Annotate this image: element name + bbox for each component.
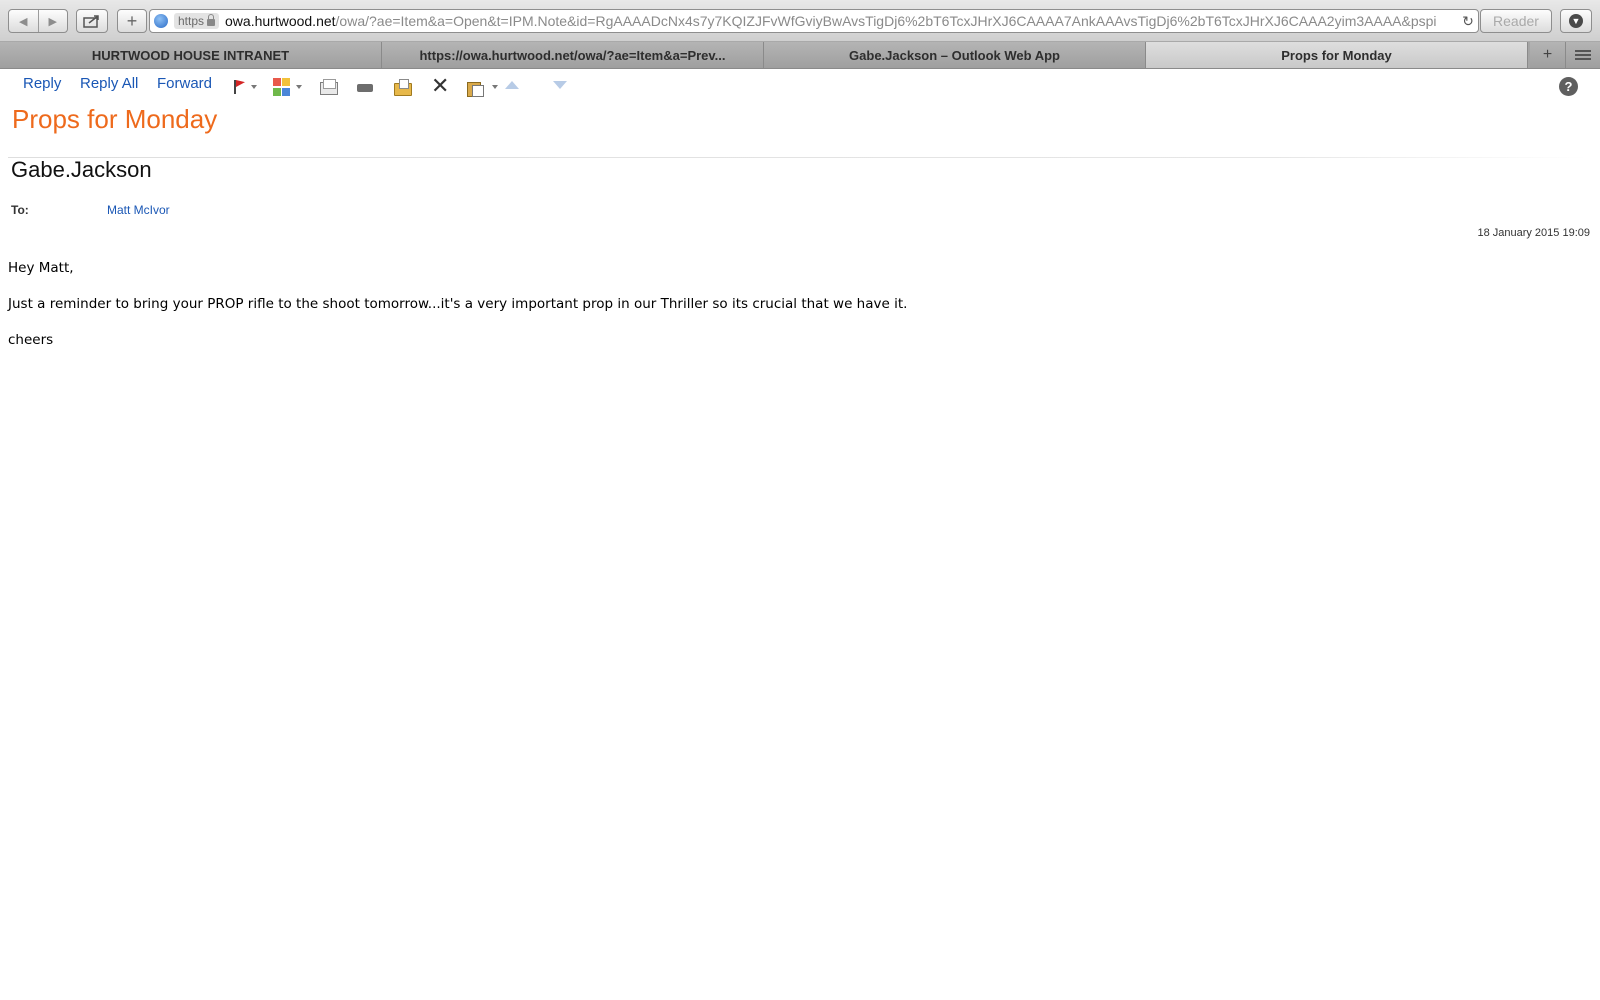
next-item-icon[interactable] — [553, 81, 567, 89]
tab-owa-preview[interactable]: https://owa.hurtwood.net/owa/?ae=Item&a=… — [382, 42, 764, 68]
add-tab-icon[interactable]: + — [1530, 42, 1566, 68]
address-bar[interactable]: https owa.hurtwood.net/owa/?ae=Item&a=Op… — [149, 9, 1479, 33]
tab-props-for-monday[interactable]: Props for Monday — [1146, 42, 1528, 68]
reload-icon[interactable]: ↻ — [1458, 13, 1478, 30]
previous-item-icon[interactable] — [505, 81, 519, 89]
tab-overview-icon[interactable] — [1566, 42, 1600, 68]
message-subject: Props for Monday — [12, 104, 218, 134]
new-tab-button[interactable]: + — [117, 9, 147, 33]
clipboard-icon[interactable] — [466, 78, 484, 97]
body-paragraph: Just a reminder to bring your PROP rifle… — [8, 296, 908, 312]
plus-icon: + — [126, 10, 138, 31]
reader-button[interactable]: Reader — [1480, 9, 1552, 33]
https-badge: https — [174, 13, 220, 29]
https-label: https — [178, 14, 205, 28]
url-host: owa.hurtwood.net — [225, 13, 336, 29]
back-forward-group: ◀ ▶ — [8, 9, 68, 33]
recipient-link[interactable]: Matt McIvor — [107, 203, 170, 217]
forward-icon[interactable]: ▶ — [37, 10, 68, 32]
message-date: 18 January 2015 19:09 — [1477, 227, 1590, 239]
categorize-dropdown-icon[interactable] — [296, 85, 302, 89]
message-toolbar: Reply Reply All Forward ✕ — [0, 70, 1600, 100]
share-button[interactable] — [76, 9, 108, 33]
category-red — [273, 78, 281, 86]
message-sender: Gabe.Jackson — [11, 157, 152, 182]
category-green — [273, 87, 281, 96]
download-icon: ▼ — [1569, 14, 1583, 28]
category-yellow — [282, 78, 290, 86]
globe-icon — [154, 14, 168, 28]
to-label: To: — [11, 203, 29, 217]
reply-button[interactable]: Reply — [23, 75, 61, 92]
categorize-icon[interactable] — [273, 78, 291, 96]
flag-dropdown-icon[interactable] — [251, 85, 257, 89]
downloads-button[interactable]: ▼ — [1560, 9, 1592, 33]
back-icon[interactable]: ◀ — [9, 10, 38, 32]
tab-outlook-web-app[interactable]: Gabe.Jackson – Outlook Web App — [764, 42, 1146, 68]
category-blue — [282, 87, 290, 96]
share-icon — [83, 15, 99, 28]
envelope-icon[interactable] — [319, 78, 338, 96]
browser-toolbar: ◀ ▶ + https owa.hurtwood.net/owa/?ae=Ite… — [0, 0, 1600, 42]
url-path: /owa/?ae=Item&a=Open&t=IPM.Note&id=RgAAA… — [335, 13, 1437, 29]
lock-icon — [207, 14, 216, 26]
header-divider — [8, 157, 1588, 158]
print-icon[interactable] — [356, 78, 374, 96]
clipboard-dropdown-icon[interactable] — [492, 85, 498, 89]
move-icon[interactable] — [393, 78, 412, 96]
tab-bar: HURTWOOD HOUSE INTRANET https://owa.hurt… — [0, 42, 1600, 69]
help-icon[interactable]: ? — [1559, 77, 1578, 96]
url-text[interactable]: owa.hurtwood.net/owa/?ae=Item&a=Open&t=I… — [225, 13, 1458, 29]
tab-intranet[interactable]: HURTWOOD HOUSE INTRANET — [0, 42, 382, 68]
forward-button[interactable]: Forward — [157, 75, 212, 92]
message-body: Hey Matt, Just a reminder to bring your … — [8, 260, 907, 368]
reply-all-button[interactable]: Reply All — [80, 75, 138, 92]
delete-icon[interactable]: ✕ — [431, 75, 449, 97]
body-paragraph: Hey Matt, — [8, 260, 74, 276]
flag-icon[interactable] — [232, 78, 250, 96]
body-paragraph: cheers — [8, 332, 54, 348]
